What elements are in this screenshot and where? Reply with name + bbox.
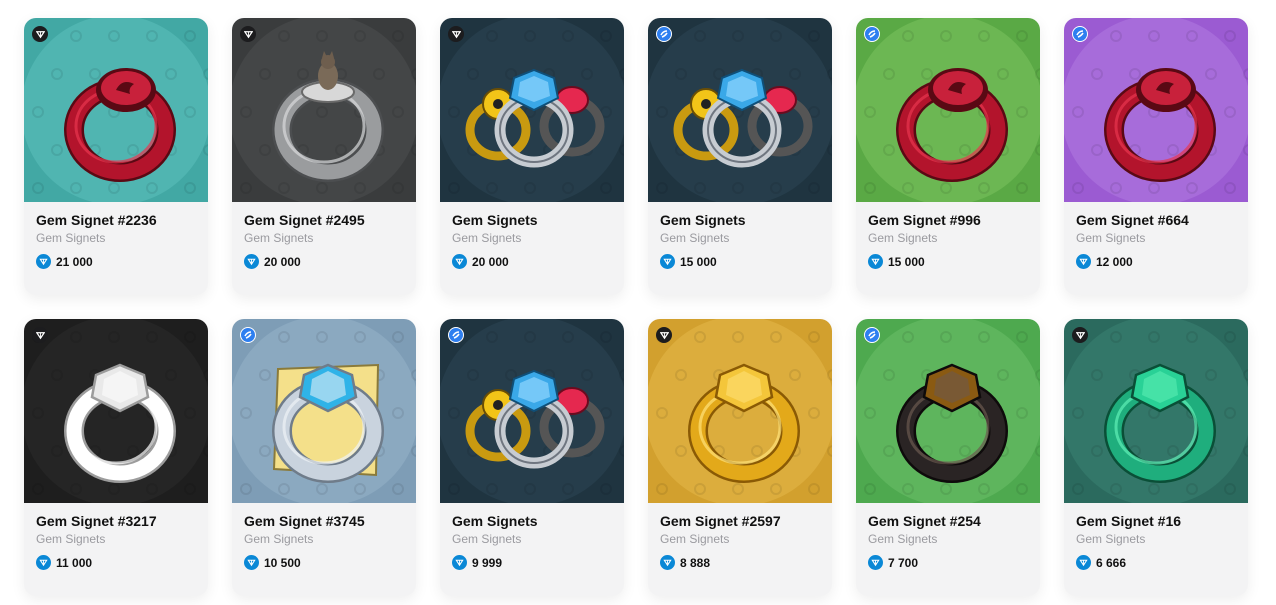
- gift-card[interactable]: Gem Signet #2495 Gem Signets 20 000: [232, 18, 416, 295]
- gift-image[interactable]: [856, 319, 1040, 503]
- gift-price: 15 000: [868, 254, 1028, 269]
- gift-image[interactable]: [1064, 18, 1248, 202]
- ton-badge-icon: [1072, 327, 1088, 343]
- gift-image[interactable]: [440, 319, 624, 503]
- ton-icon: [452, 254, 467, 269]
- gift-collection: Gem Signets: [1076, 532, 1146, 546]
- gift-image[interactable]: [440, 18, 624, 202]
- gift-collection: Gem Signets: [660, 231, 730, 245]
- gift-price: 6 666: [1076, 555, 1236, 570]
- gift-price: 20 000: [452, 254, 612, 269]
- verified-badge-icon: [864, 26, 880, 42]
- ton-icon: [868, 254, 883, 269]
- verified-badge-icon: [240, 327, 256, 343]
- price-value: 7 700: [888, 555, 919, 570]
- gift-card[interactable]: Gem Signet #254 Gem Signets 7 700: [856, 319, 1040, 596]
- gift-price: 8 888: [660, 555, 820, 570]
- ton-icon: [452, 555, 467, 570]
- ton-icon: [1076, 254, 1091, 269]
- gift-card[interactable]: Gem Signet #2597 Gem Signets 8 888: [648, 319, 832, 596]
- gift-collection: Gem Signets: [36, 231, 106, 245]
- gift-collection: Gem Signets: [244, 532, 314, 546]
- gift-collection: Gem Signets: [868, 532, 938, 546]
- gift-card[interactable]: Gem Signet #3217 Gem Signets 11 000: [24, 319, 208, 596]
- ton-icon: [868, 555, 883, 570]
- ton-icon: [1076, 555, 1091, 570]
- gift-title: Gem Signet #996: [868, 212, 981, 228]
- gift-title: Gem Signets: [452, 212, 538, 228]
- gift-card[interactable]: Gem Signet #996 Gem Signets 15 000: [856, 18, 1040, 295]
- gift-grid: Gem Signet #2236 Gem Signets 21 000 Gem …: [24, 18, 1248, 596]
- gift-price: 10 500: [244, 555, 404, 570]
- ton-badge-icon: [32, 26, 48, 42]
- gift-title: Gem Signet #3217: [36, 513, 157, 529]
- price-value: 20 000: [264, 254, 301, 269]
- ton-badge-icon: [32, 327, 48, 343]
- gift-price: 12 000: [1076, 254, 1236, 269]
- gift-image[interactable]: [24, 319, 208, 503]
- gift-title: Gem Signet #3745: [244, 513, 365, 529]
- verified-badge-icon: [1072, 26, 1088, 42]
- gift-price: 20 000: [244, 254, 404, 269]
- gift-title: Gem Signet #254: [868, 513, 981, 529]
- gift-collection: Gem Signets: [660, 532, 730, 546]
- ton-icon: [244, 254, 259, 269]
- gift-title: Gem Signet #2236: [36, 212, 157, 228]
- ton-icon: [36, 254, 51, 269]
- gift-image[interactable]: [1064, 319, 1248, 503]
- price-value: 11 000: [56, 555, 93, 570]
- gift-image[interactable]: [648, 18, 832, 202]
- ton-icon: [244, 555, 259, 570]
- gift-price: 21 000: [36, 254, 196, 269]
- gift-card[interactable]: Gem Signet #3745 Gem Signets 10 500: [232, 319, 416, 596]
- gift-price: 9 999: [452, 555, 612, 570]
- gift-price: 15 000: [660, 254, 820, 269]
- price-value: 15 000: [888, 254, 925, 269]
- ton-icon: [660, 254, 675, 269]
- price-value: 20 000: [472, 254, 509, 269]
- price-value: 10 500: [264, 555, 301, 570]
- ton-badge-icon: [656, 327, 672, 343]
- gift-title: Gem Signets: [452, 513, 538, 529]
- gift-collection: Gem Signets: [452, 532, 522, 546]
- ton-badge-icon: [448, 26, 464, 42]
- gift-card[interactable]: Gem Signet #664 Gem Signets 12 000: [1064, 18, 1248, 295]
- gift-collection: Gem Signets: [36, 532, 106, 546]
- gift-card[interactable]: Gem Signets Gem Signets 15 000: [648, 18, 832, 295]
- gift-image[interactable]: [232, 319, 416, 503]
- verified-badge-icon: [656, 26, 672, 42]
- price-value: 12 000: [1096, 254, 1133, 269]
- verified-badge-icon: [448, 327, 464, 343]
- ton-icon: [36, 555, 51, 570]
- gift-title: Gem Signets: [660, 212, 746, 228]
- gift-title: Gem Signet #664: [1076, 212, 1189, 228]
- gift-title: Gem Signet #16: [1076, 513, 1182, 529]
- gift-image[interactable]: [232, 18, 416, 202]
- price-value: 8 888: [680, 555, 711, 570]
- gift-image[interactable]: [24, 18, 208, 202]
- verified-badge-icon: [864, 327, 880, 343]
- gift-card[interactable]: Gem Signet #2236 Gem Signets 21 000: [24, 18, 208, 295]
- gift-collection: Gem Signets: [452, 231, 522, 245]
- price-value: 15 000: [680, 254, 717, 269]
- ton-icon: [660, 555, 675, 570]
- gift-price: 7 700: [868, 555, 1028, 570]
- price-value: 9 999: [472, 555, 503, 570]
- gift-card[interactable]: Gem Signet #16 Gem Signets 6 666: [1064, 319, 1248, 596]
- gift-image[interactable]: [648, 319, 832, 503]
- ton-badge-icon: [240, 26, 256, 42]
- gift-collection: Gem Signets: [1076, 231, 1146, 245]
- gift-image[interactable]: [856, 18, 1040, 202]
- gift-collection: Gem Signets: [244, 231, 314, 245]
- gift-card[interactable]: Gem Signets Gem Signets 20 000: [440, 18, 624, 295]
- price-value: 6 666: [1096, 555, 1127, 570]
- gift-collection: Gem Signets: [868, 231, 938, 245]
- price-value: 21 000: [56, 254, 93, 269]
- gift-card[interactable]: Gem Signets Gem Signets 9 999: [440, 319, 624, 596]
- gift-title: Gem Signet #2597: [660, 513, 781, 529]
- gift-title: Gem Signet #2495: [244, 212, 365, 228]
- gift-price: 11 000: [36, 555, 196, 570]
